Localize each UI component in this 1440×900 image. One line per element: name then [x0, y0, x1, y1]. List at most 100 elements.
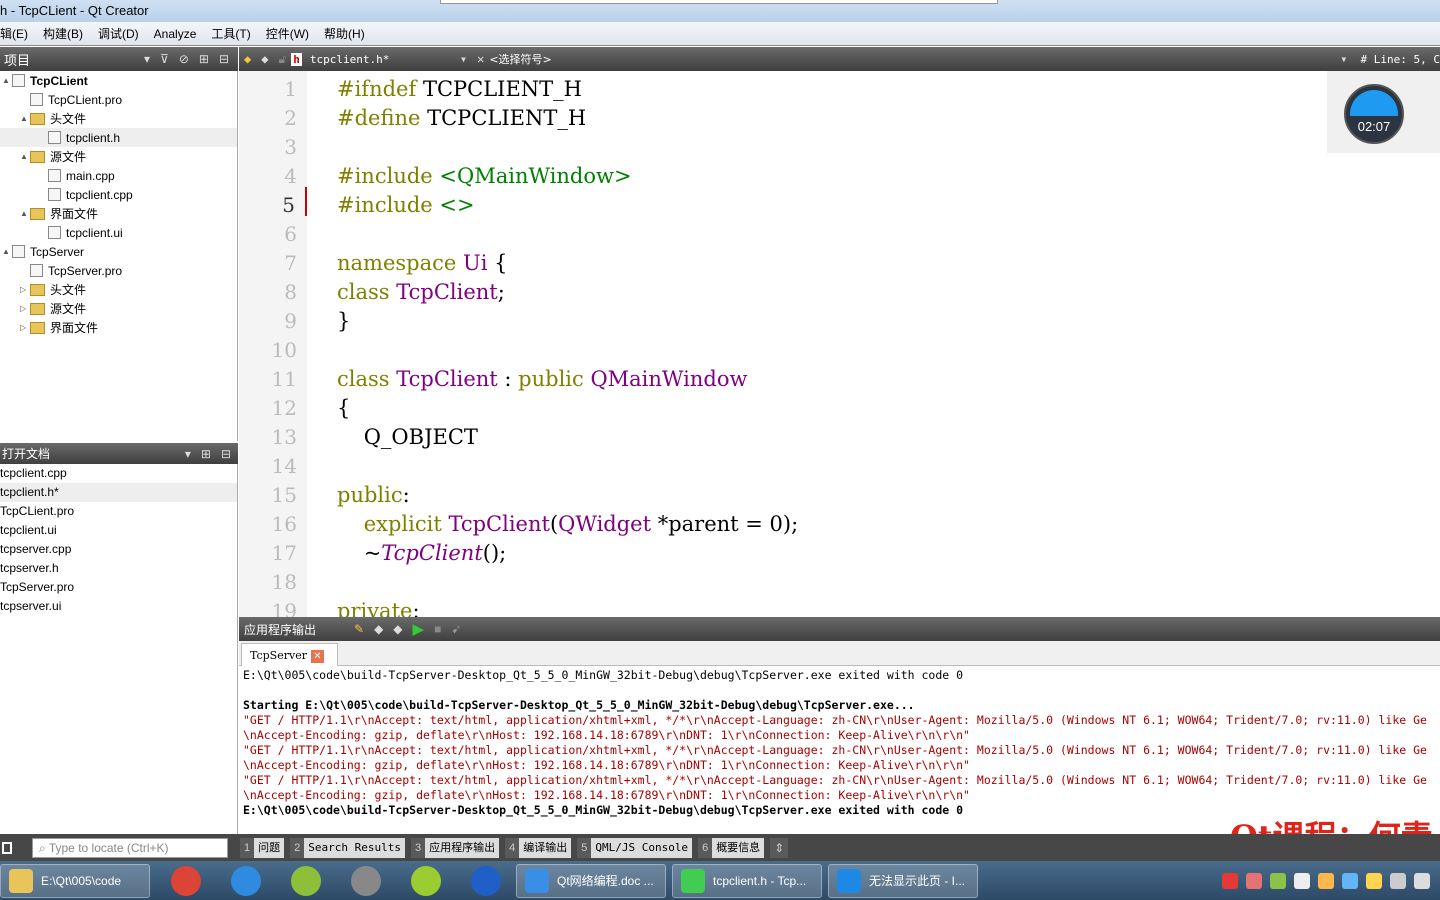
tree-item[interactable]: ▲ 源文件	[0, 147, 237, 166]
open-document-item[interactable]: tcpclient.cpp	[0, 464, 237, 483]
split-icon[interactable]: ⊞	[199, 52, 209, 66]
tray-app-icon[interactable]	[1366, 872, 1382, 889]
status-bar: ⌕ Type to locate (Ctrl+K) 1 问题 2 Search Res…	[0, 834, 1440, 861]
volume-icon[interactable]	[1390, 872, 1406, 889]
expand-arrow-icon[interactable]: ▷	[20, 285, 30, 294]
tree-item[interactable]: tcpclient.cpp	[0, 185, 237, 204]
tree-item[interactable]: tcpclient.h	[0, 128, 237, 147]
open-document-item[interactable]: TcpCLient.pro	[0, 502, 237, 521]
remote-tool-icon[interactable]	[351, 865, 381, 896]
open-document-item[interactable]: TcpServer.pro	[0, 578, 237, 597]
output-pane-button[interactable]: 4 编译输出	[505, 837, 572, 858]
browser-cloud-icon[interactable]	[231, 865, 261, 896]
dropdown-icon[interactable]: ▾	[460, 52, 467, 66]
sidebar-toggle-icon[interactable]	[2, 841, 12, 854]
code-editor[interactable]: #ifndef TCPCLIENT_H #define TCPCLIENT_H #…	[307, 71, 1440, 617]
taskbar-window[interactable]: tcpclient.h - Tcp...	[672, 863, 822, 898]
taskbar-window[interactable]: 无法显示此页 - I...	[828, 863, 978, 898]
filter-icon[interactable]: ⊽	[160, 52, 169, 66]
open-document-item[interactable]: tcpserver.h	[0, 559, 237, 578]
tree-item[interactable]: ▷ 界面文件	[0, 318, 237, 337]
output-pane-button[interactable]: 3 应用程序输出	[410, 837, 500, 858]
pane-label: 应用程序输出	[425, 837, 500, 858]
network-icon[interactable]	[1342, 872, 1358, 889]
close-panel-icon[interactable]: ⊟	[219, 52, 229, 66]
open-document-item[interactable]: tcpclient.ui	[0, 521, 237, 540]
tree-item[interactable]: ▲ TcpCLient	[0, 71, 237, 90]
menu-item[interactable]: 构建(B)	[43, 25, 83, 42]
tree-item[interactable]: ▲ TcpServer	[0, 242, 237, 261]
application-output[interactable]: E:\Qt\005\code\build-TcpServer-Desktop_Q…	[239, 666, 1440, 834]
tray-app-icon[interactable]	[1246, 872, 1262, 889]
tftp-icon[interactable]	[411, 865, 441, 896]
locate-input[interactable]: ⌕ Type to locate (Ctrl+K)	[32, 837, 228, 858]
tree-item[interactable]: TcpCLient.pro	[0, 90, 237, 109]
previous-icon[interactable]: ◆	[374, 622, 383, 636]
menu-item[interactable]: 帮助(H)	[324, 25, 365, 42]
next-icon[interactable]: ◆	[393, 622, 402, 636]
notepad-plus-icon[interactable]	[291, 865, 321, 896]
tree-item[interactable]: tcpclient.ui	[0, 223, 237, 242]
taskbar-window[interactable]: Qt网络编程.doc ...	[516, 863, 666, 898]
expand-arrow-icon[interactable]: ▷	[20, 304, 30, 313]
line-number: 8	[284, 280, 297, 304]
back-icon[interactable]: ◆	[244, 52, 251, 66]
menu-item[interactable]: 调试(D)	[98, 25, 139, 42]
expand-arrow-icon[interactable]: ▲	[20, 152, 30, 161]
stop-icon[interactable]: ■	[434, 622, 441, 636]
output-pane-button[interactable]: 5 QML/JS Console	[577, 837, 693, 858]
menu-item[interactable]: 辑(E)	[0, 25, 28, 42]
clear-output-icon[interactable]: ✎	[354, 622, 364, 636]
more-panes-icon[interactable]: ⇕	[770, 837, 789, 858]
cursor-position[interactable]: # Line: 5, C	[1353, 53, 1440, 66]
run-icon[interactable]: ▶	[413, 620, 425, 638]
dropdown-icon[interactable]: ▾	[1340, 52, 1347, 66]
attach-debugger-icon[interactable]: ➹	[451, 622, 461, 636]
expand-arrow-icon[interactable]: ▲	[2, 76, 12, 85]
close-panel-icon[interactable]: ⊟	[221, 447, 231, 461]
tree-item[interactable]: TcpServer.pro	[0, 261, 237, 280]
code-token: {	[337, 396, 351, 420]
open-document-item[interactable]: tcpclient.h*	[0, 483, 237, 502]
close-tab-icon[interactable]: ✕	[310, 649, 324, 663]
expand-arrow-icon[interactable]: ▲	[2, 247, 12, 256]
output-pane-button[interactable]: 1 问题	[240, 837, 285, 858]
split-icon[interactable]: ⊞	[201, 447, 211, 461]
tree-item[interactable]: ▷ 源文件	[0, 299, 237, 318]
expand-arrow-icon[interactable]: ▲	[20, 209, 30, 218]
menu-item[interactable]: Analyze	[154, 27, 197, 41]
output-tab-tcpserver[interactable]: TcpServer ✕	[241, 643, 338, 666]
tree-item[interactable]: ▲ 界面文件	[0, 204, 237, 223]
clock-time: 02:07	[1357, 119, 1391, 134]
tray-app-icon[interactable]	[1318, 872, 1334, 889]
expand-arrow-icon[interactable]: ▷	[20, 323, 30, 332]
open-file-selector[interactable]: tcpclient.h*	[310, 53, 455, 66]
menu-item[interactable]: 工具(T)	[211, 25, 250, 42]
output-pane-button[interactable]: 2 Search Results	[290, 837, 405, 858]
tree-item[interactable]: ▲ 头文件	[0, 109, 237, 128]
u-app-icon[interactable]	[471, 865, 501, 896]
output-pane-buttons: 1 问题 2 Search Results 3 应用程序输出 4 编译输出 5 QML/JS Co…	[234, 837, 765, 858]
line-number: 12	[271, 396, 297, 420]
sogou-icon[interactable]	[1222, 872, 1238, 889]
link-icon[interactable]: ⊘	[179, 52, 189, 66]
chrome-icon[interactable]	[171, 865, 201, 896]
pinned-apps	[156, 865, 516, 896]
close-file-icon[interactable]: ✕	[477, 52, 484, 66]
code-token: #define	[337, 106, 428, 130]
tree-item[interactable]: main.cpp	[0, 166, 237, 185]
tray-app-icon[interactable]	[1270, 872, 1286, 889]
taskbar-explorer[interactable]: E:\Qt\005\code	[0, 863, 150, 898]
open-document-item[interactable]: tcpserver.ui	[0, 597, 237, 616]
menu-item[interactable]: 控件(W)	[266, 25, 309, 42]
forward-icon[interactable]: ◆	[261, 52, 268, 66]
expand-arrow-icon[interactable]: ▲	[20, 114, 30, 123]
symbol-selector[interactable]: <选择符号>	[489, 51, 1335, 67]
dropdown-icon[interactable]: ▾	[185, 447, 191, 461]
monitor-icon[interactable]	[1414, 872, 1430, 889]
window-icon[interactable]	[1294, 872, 1310, 889]
dropdown-icon[interactable]: ▾	[144, 52, 150, 66]
output-pane-button[interactable]: 6 概要信息	[698, 837, 765, 858]
tree-item[interactable]: ▷ 头文件	[0, 280, 237, 299]
open-document-item[interactable]: tcpserver.cpp	[0, 540, 237, 559]
